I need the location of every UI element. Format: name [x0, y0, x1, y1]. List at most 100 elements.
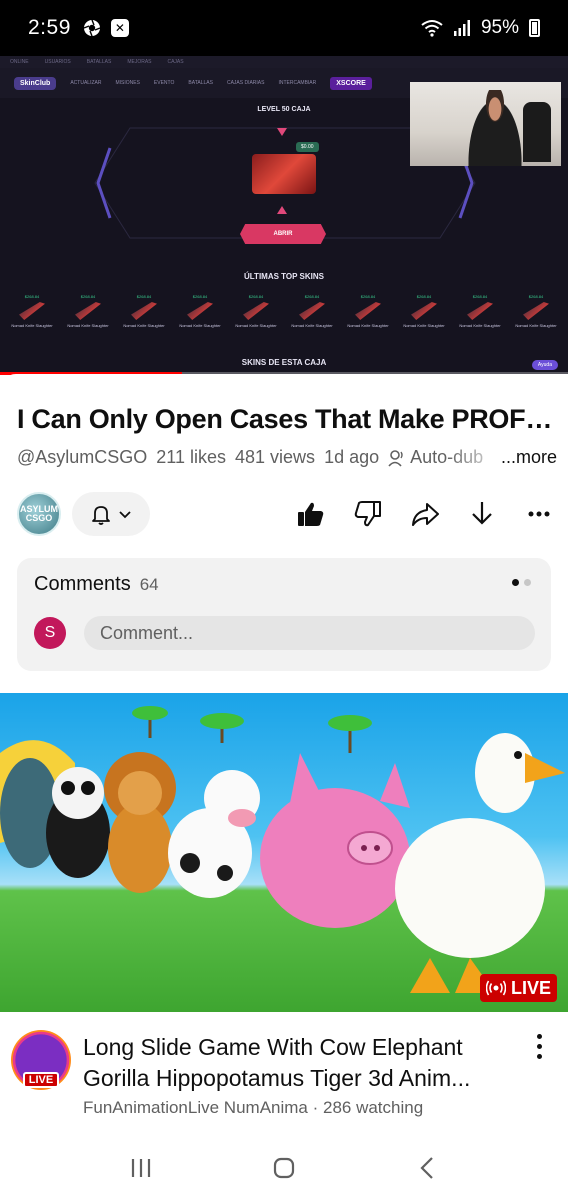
skin-price: $268.84	[136, 294, 152, 299]
upload-age: 1d ago	[324, 447, 380, 467]
live-badge-label: LIVE	[510, 977, 551, 998]
site-xscore-badge: XSCORE	[330, 76, 372, 90]
webcam-overlay	[410, 82, 561, 166]
skin-price: $268.84	[472, 294, 488, 299]
comments-header: Comments 64	[34, 573, 159, 596]
recommended-video-meta: FunAnimationLive NumAnima · 286 watching	[83, 1098, 424, 1117]
channel-avatar[interactable]: ASYLUM CSGO	[17, 492, 61, 536]
live-broadcast-icon	[485, 980, 506, 996]
carousel-dot-active	[512, 579, 519, 586]
open-case-button: ABRIR	[240, 224, 326, 244]
recommended-video-title[interactable]: Long Slide Game With Cow Elephant Gorill…	[83, 1032, 503, 1094]
channel-avatar-text: ASYLUM CSGO	[20, 504, 58, 523]
video-meta-row[interactable]: @AsylumCSGO 211 likes 481 views 1d ago A…	[17, 447, 557, 468]
share-button[interactable]	[407, 496, 443, 532]
skin-name: Nomad Knife Slaughter	[179, 323, 221, 328]
recents-button[interactable]	[121, 1148, 161, 1188]
person-voice-icon	[388, 449, 403, 467]
webcam-chair	[523, 102, 551, 162]
recommended-title-line: Gorilla Hippopotamus Tiger 3d Anim...	[83, 1065, 471, 1091]
like-button[interactable]	[293, 496, 329, 532]
avatar-live-tag: LIVE	[23, 1072, 59, 1088]
site-strip-item: MEJORAS	[127, 59, 152, 65]
carousel-dots	[512, 579, 531, 586]
skin-card: $268.84 Nomad Knife Slaughter	[123, 294, 165, 344]
video-details-sheet: I Can Only Open Cases That Make PROFIT..…	[0, 374, 568, 694]
site-nav-item: MISIONES	[115, 80, 140, 86]
help-pill: Ayuda	[531, 360, 558, 370]
skin-card: $268.84 Nomad Knife Slaughter	[291, 294, 333, 344]
home-button[interactable]	[264, 1148, 304, 1188]
site-strip-item: USUARIOS	[44, 59, 71, 65]
user-avatar: S	[34, 617, 66, 649]
carousel-dot	[524, 579, 531, 586]
skin-name: Nomad Knife Slaughter	[11, 323, 53, 328]
back-icon	[420, 1156, 433, 1179]
webcam-person	[464, 90, 526, 166]
skin-card: $268.84 Nomad Knife Slaughter	[347, 294, 389, 344]
comment-input[interactable]: Comment...	[84, 616, 535, 650]
chevron-down-icon	[119, 511, 131, 519]
site-nav-item: EVENTO	[153, 80, 175, 86]
more-horizontal-icon	[528, 511, 550, 517]
skin-knife-image	[243, 302, 269, 320]
skin-card: $268.84 Nomad Knife Slaughter	[235, 294, 277, 344]
skin-name: Nomad Knife Slaughter	[403, 323, 445, 328]
download-button[interactable]	[464, 496, 500, 532]
kebab-dot	[536, 1034, 542, 1039]
skin-knife-image	[467, 302, 493, 320]
notification-bell-button[interactable]	[72, 492, 150, 536]
skin-knife-image	[19, 302, 45, 320]
more-vertical-icon[interactable]	[535, 1034, 543, 1059]
channel-handle: @AsylumCSGO	[17, 447, 148, 467]
skin-name: Nomad Knife Slaughter	[459, 323, 501, 328]
dislike-button[interactable]	[350, 496, 386, 532]
skin-price: $268.84	[192, 294, 208, 299]
skin-card: $268.84 Nomad Knife Slaughter	[67, 294, 109, 344]
skin-name: Nomad Knife Slaughter	[347, 323, 389, 328]
video-player[interactable]: ONLINE USUARIOS BATALLAS MEJORAS CAJAS S…	[0, 56, 568, 374]
skin-price: $268.84	[248, 294, 264, 299]
actions-row: ASYLUM CSGO	[17, 491, 557, 537]
recommended-title-line: Long Slide Game With Cow Elephant	[83, 1034, 463, 1060]
status-time: 2:59	[28, 16, 71, 39]
skins-row: $268.84 Nomad Knife Slaughter $268.84 Nomad…	[0, 294, 568, 344]
system-nav-bar	[0, 1136, 568, 1199]
skin-card: $268.84 Nomad Knife Slaughter	[459, 294, 501, 344]
more-actions-button[interactable]	[521, 496, 557, 532]
case-skins-title: SKINS DE ESTA CAJA	[241, 358, 327, 367]
site-nav-item: INTERCAMBIAR	[278, 80, 317, 86]
action-buttons	[293, 496, 557, 532]
skin-name: Nomad Knife Slaughter	[235, 323, 277, 328]
site-logo: SkinClub	[14, 76, 57, 90]
recommended-video-info[interactable]: LIVE Long Slide Game With Cow Elephant G…	[0, 1012, 568, 1132]
skin-price: $268.84	[528, 294, 544, 299]
skin-knife-image	[411, 302, 437, 320]
autodub-label: Auto-dub	[388, 447, 483, 468]
download-icon	[472, 502, 492, 525]
more-link[interactable]: ...more	[501, 447, 557, 468]
status-right: 95%	[421, 17, 540, 39]
live-badge: LIVE	[480, 974, 557, 1002]
kebab-dot	[536, 1054, 542, 1059]
site-nav-item: ACTUALIZAR	[70, 80, 102, 86]
skin-name: Nomad Knife Slaughter	[515, 323, 557, 328]
site-strip-item: BATALLAS	[86, 59, 112, 65]
back-button[interactable]	[407, 1148, 447, 1188]
comments-card[interactable]: Comments 64 S Comment...	[17, 558, 551, 671]
status-notification-icons: ✕	[83, 19, 129, 37]
video-title[interactable]: I Can Only Open Cases That Make PROFIT..…	[17, 404, 557, 435]
recents-icon	[132, 1158, 151, 1177]
skin-knife-image	[131, 302, 157, 320]
recommended-video-thumbnail[interactable]	[0, 693, 568, 1012]
battery-percent: 95%	[480, 17, 519, 38]
skin-price: $268.84	[80, 294, 96, 299]
skin-knife-image	[187, 302, 213, 320]
case-box-image	[252, 154, 316, 194]
site-strip-item: ONLINE	[10, 59, 29, 65]
skin-price: $268.84	[360, 294, 376, 299]
home-icon	[273, 1157, 295, 1178]
thumbs-down-icon	[354, 501, 381, 527]
skin-name: Nomad Knife Slaughter	[291, 323, 333, 328]
close-box-icon: ✕	[110, 19, 129, 37]
